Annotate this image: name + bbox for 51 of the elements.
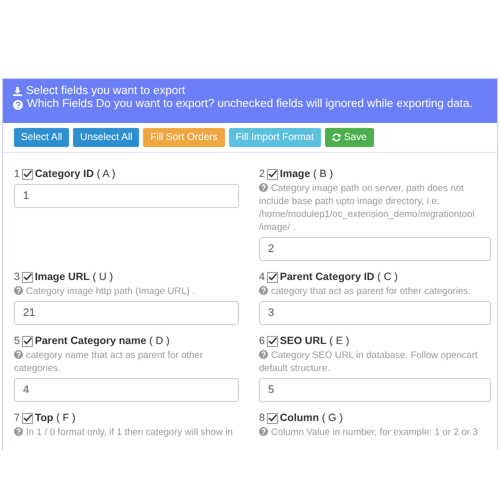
field-number: 1 (14, 168, 20, 180)
field-input[interactable]: 5 (259, 378, 491, 402)
field-input[interactable]: 21 (14, 301, 239, 325)
field-label: Category ID ( A ) (34, 168, 116, 180)
field-checkbox[interactable] (266, 168, 278, 180)
field-label: Top ( F ) (34, 412, 76, 424)
question-icon (259, 286, 268, 295)
field-label: Parent Category name ( D ) (34, 335, 170, 347)
question-icon (259, 427, 268, 436)
field-hint: Category SEO URL in database. Follow opencart default structure. (259, 349, 479, 375)
field-number: 6 (259, 335, 265, 347)
field-checkbox[interactable] (266, 412, 278, 424)
field-hint: In 1 / 0 format only, if 1 then category will show in (14, 426, 239, 439)
field-checkbox[interactable] (22, 336, 33, 346)
field-checkbox[interactable] (266, 272, 278, 282)
field-checkbox[interactable] (22, 272, 33, 282)
field-label: Parent Category ID ( C ) (280, 271, 398, 283)
field-number: 7 (14, 412, 20, 424)
field-checkbox[interactable] (22, 412, 33, 424)
question-icon (14, 350, 23, 359)
field-input[interactable]: 2 (259, 237, 491, 261)
field-label: Column ( G ) (280, 412, 343, 424)
toolbar-button[interactable]: Select All (14, 128, 70, 147)
field-number: 3 (14, 271, 20, 283)
toolbar-button[interactable]: Unselect All (73, 128, 140, 147)
header-title: Select fields you want to export (26, 85, 186, 98)
field-hint: Column Value in number, for example: 1 or 2 or 3 (259, 426, 491, 439)
field-checkbox[interactable] (266, 336, 278, 346)
field-input[interactable]: 4 (14, 378, 239, 402)
field-number: 4 (259, 271, 265, 283)
question-icon (13, 100, 23, 110)
field-label: Image ( B ) (280, 168, 333, 180)
field-number: 2 (259, 168, 265, 180)
field-hint: Category image http path (Image URL) . (14, 285, 239, 298)
field-hint: Category image path on server, path does not include base path upto image directory, i.e: /home/modulep1/oc_extension_demo/migrationtool /image/ . (259, 182, 476, 234)
field-hint: category that act as parent for other categories. (259, 285, 491, 298)
field-number: 8 (259, 412, 265, 424)
question-icon (14, 286, 23, 295)
field-number: 5 (14, 335, 20, 347)
field-label: Image URL ( U ) (34, 271, 114, 283)
field-checkbox[interactable] (22, 168, 33, 180)
download-icon (13, 87, 22, 96)
field-input[interactable]: 3 (259, 301, 491, 325)
question-icon (259, 183, 268, 192)
question-icon (14, 427, 23, 436)
refresh-icon (332, 133, 341, 142)
question-icon (259, 350, 268, 359)
field-label: SEO URL ( E ) (280, 335, 350, 347)
header-subtitle: Which Fields Do you want to export? unchecked fields will ignored while exporting data. (27, 98, 473, 111)
field-hint: category name that act as parent for other categories. (14, 349, 204, 375)
field-input[interactable]: 1 (14, 184, 239, 208)
